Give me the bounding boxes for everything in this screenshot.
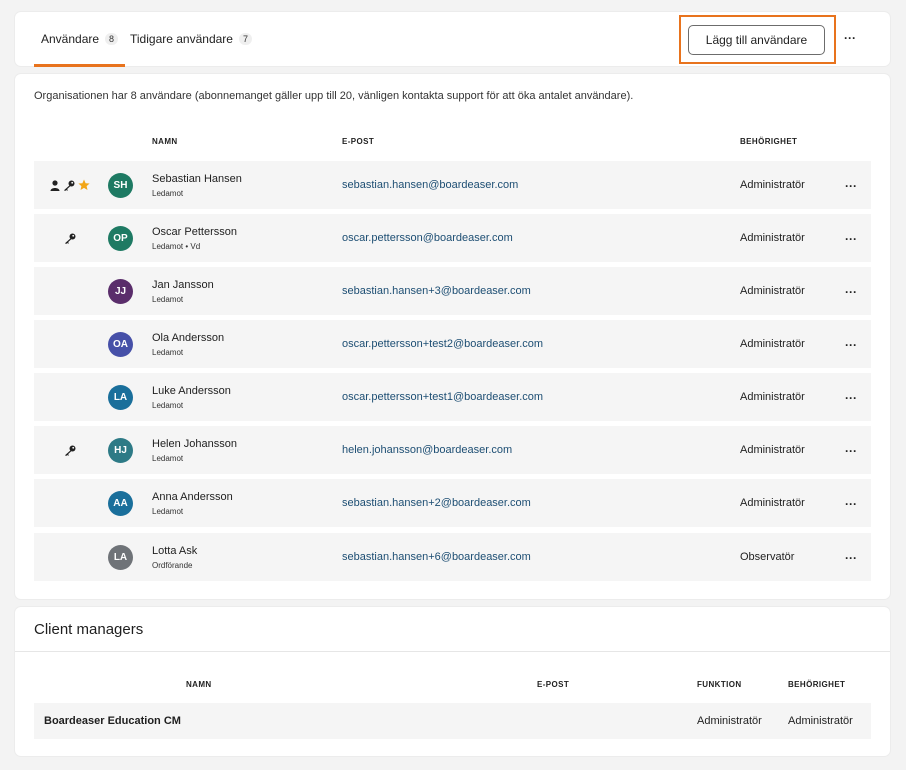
person-icon: [50, 179, 60, 191]
user-row[interactable]: HJ Helen Johansson Ledamot helen.johansson@…: [34, 426, 871, 474]
user-row[interactable]: SH Sebastian Hansen Ledamot sebastian.hanse…: [34, 161, 871, 209]
cm-function: Administratör: [697, 715, 762, 727]
user-email-link[interactable]: oscar.pettersson+test2@boardeaser.com: [342, 338, 543, 350]
user-name: Helen Johansson: [152, 438, 238, 450]
user-row[interactable]: JJ Jan Jansson Ledamot sebastian.hansen+3@b…: [34, 267, 871, 315]
tab-users[interactable]: Användare 8: [34, 12, 126, 67]
user-name: Luke Andersson: [152, 385, 231, 397]
key-icon: [64, 445, 76, 456]
user-role: Ordförande: [152, 561, 193, 570]
row-more-icon[interactable]: ···: [845, 286, 857, 298]
user-role-icons: [44, 267, 96, 315]
user-name: Ola Andersson: [152, 332, 225, 344]
tab-users-count: 8: [105, 33, 119, 45]
avatar: HJ: [108, 438, 133, 463]
client-managers-title: Client managers: [34, 621, 144, 638]
user-row[interactable]: LA Lotta Ask Ordförande sebastian.hansen+6@…: [34, 533, 871, 581]
user-email-link[interactable]: sebastian.hansen+2@boardeaser.com: [342, 497, 531, 509]
column-header-name: NAMN: [152, 137, 178, 146]
cm-column-header-name: NAMN: [186, 680, 212, 689]
user-row[interactable]: AA Anna Andersson Ledamot sebastian.hansen+…: [34, 479, 871, 527]
user-email-link[interactable]: sebastian.hansen@boardeaser.com: [342, 179, 518, 191]
user-email-link[interactable]: oscar.pettersson+test1@boardeaser.com: [342, 391, 543, 403]
tab-previous-count: 7: [238, 33, 252, 45]
user-role-icons: [44, 320, 96, 368]
user-name: Lotta Ask: [152, 545, 198, 557]
key-icon: [64, 233, 76, 244]
divider: [15, 651, 890, 652]
client-managers-panel: Client managers NAMN E-POST FUNKTION BEH…: [15, 607, 890, 756]
user-name: Jan Jansson: [152, 279, 214, 291]
user-permission: Administratör: [740, 338, 805, 350]
user-permission: Administratör: [740, 285, 805, 297]
cm-name: Boardeaser Education CM: [44, 715, 181, 727]
avatar: OA: [108, 332, 133, 357]
user-name: Anna Andersson: [152, 491, 233, 503]
user-permission: Observatör: [740, 551, 795, 563]
more-options-icon[interactable]: ···: [844, 32, 856, 44]
tabs-bar: Användare 8 Tidigare användare 7 Lägg ti…: [15, 12, 890, 67]
avatar: LA: [108, 545, 133, 570]
row-more-icon[interactable]: ···: [845, 552, 857, 564]
user-role: Ledamot: [152, 507, 184, 516]
user-row[interactable]: LA Luke Andersson Ledamot oscar.pettersson+…: [34, 373, 871, 421]
user-role: Ledamot: [152, 401, 184, 410]
user-row[interactable]: OP Oscar Pettersson Ledamot • Vd oscar.pett…: [34, 214, 871, 262]
avatar: AA: [108, 491, 133, 516]
users-panel: Organisationen har 8 användare (abonnema…: [15, 74, 890, 599]
cm-column-header-email: E-POST: [537, 680, 570, 689]
avatar: LA: [108, 385, 133, 410]
user-name: Sebastian Hansen: [152, 173, 242, 185]
user-email-link[interactable]: helen.johansson@boardeaser.com: [342, 444, 512, 456]
user-email-link[interactable]: oscar.pettersson@boardeaser.com: [342, 232, 513, 244]
column-header-permission: BEHÖRIGHET: [740, 137, 798, 146]
user-email-link[interactable]: sebastian.hansen+6@boardeaser.com: [342, 551, 531, 563]
avatar: SH: [108, 173, 133, 198]
star-icon: [78, 179, 90, 191]
row-more-icon[interactable]: ···: [845, 233, 857, 245]
user-email-link[interactable]: sebastian.hansen+3@boardeaser.com: [342, 285, 531, 297]
row-more-icon[interactable]: ···: [845, 445, 857, 457]
row-more-icon[interactable]: ···: [845, 339, 857, 351]
active-tab-indicator: [34, 64, 126, 67]
user-permission: Administratör: [740, 179, 805, 191]
user-name: Oscar Pettersson: [152, 226, 237, 238]
cm-column-header-permission: BEHÖRIGHET: [788, 680, 846, 689]
user-row[interactable]: OA Ola Andersson Ledamot oscar.pettersson+t…: [34, 320, 871, 368]
user-role-icons: [44, 373, 96, 421]
user-permission: Administratör: [740, 497, 805, 509]
user-permission: Administratör: [740, 444, 805, 456]
row-more-icon[interactable]: ···: [845, 498, 857, 510]
user-role: Ledamot: [152, 348, 184, 357]
row-more-icon[interactable]: ···: [845, 180, 857, 192]
tab-previous-users[interactable]: Tidigare användare 7: [130, 12, 252, 66]
user-permission: Administratör: [740, 232, 805, 244]
row-more-icon[interactable]: ···: [845, 392, 857, 404]
avatar: JJ: [108, 279, 133, 304]
user-role-icons: [44, 161, 96, 209]
cm-column-header-function: FUNKTION: [697, 680, 742, 689]
subscription-info: Organisationen har 8 användare (abonnema…: [34, 90, 634, 102]
user-permission: Administratör: [740, 391, 805, 403]
key-icon: [63, 180, 75, 191]
user-role-icons: [44, 214, 96, 262]
user-role: Ledamot: [152, 295, 184, 304]
user-role-icons: [44, 426, 96, 474]
user-role-icons: [44, 479, 96, 527]
tab-users-label: Användare: [41, 32, 100, 46]
add-user-button[interactable]: Lägg till användare: [688, 25, 825, 55]
client-manager-row[interactable]: Boardeaser Education CM Administratör Ad…: [34, 703, 871, 739]
user-role: Ledamot • Vd: [152, 242, 201, 251]
cm-permission: Administratör: [788, 715, 853, 727]
user-role-icons: [44, 533, 96, 581]
avatar: OP: [108, 226, 133, 251]
tab-previous-label: Tidigare användare: [130, 32, 233, 46]
user-role: Ledamot: [152, 189, 184, 198]
user-role: Ledamot: [152, 454, 184, 463]
column-header-email: E-POST: [342, 137, 375, 146]
